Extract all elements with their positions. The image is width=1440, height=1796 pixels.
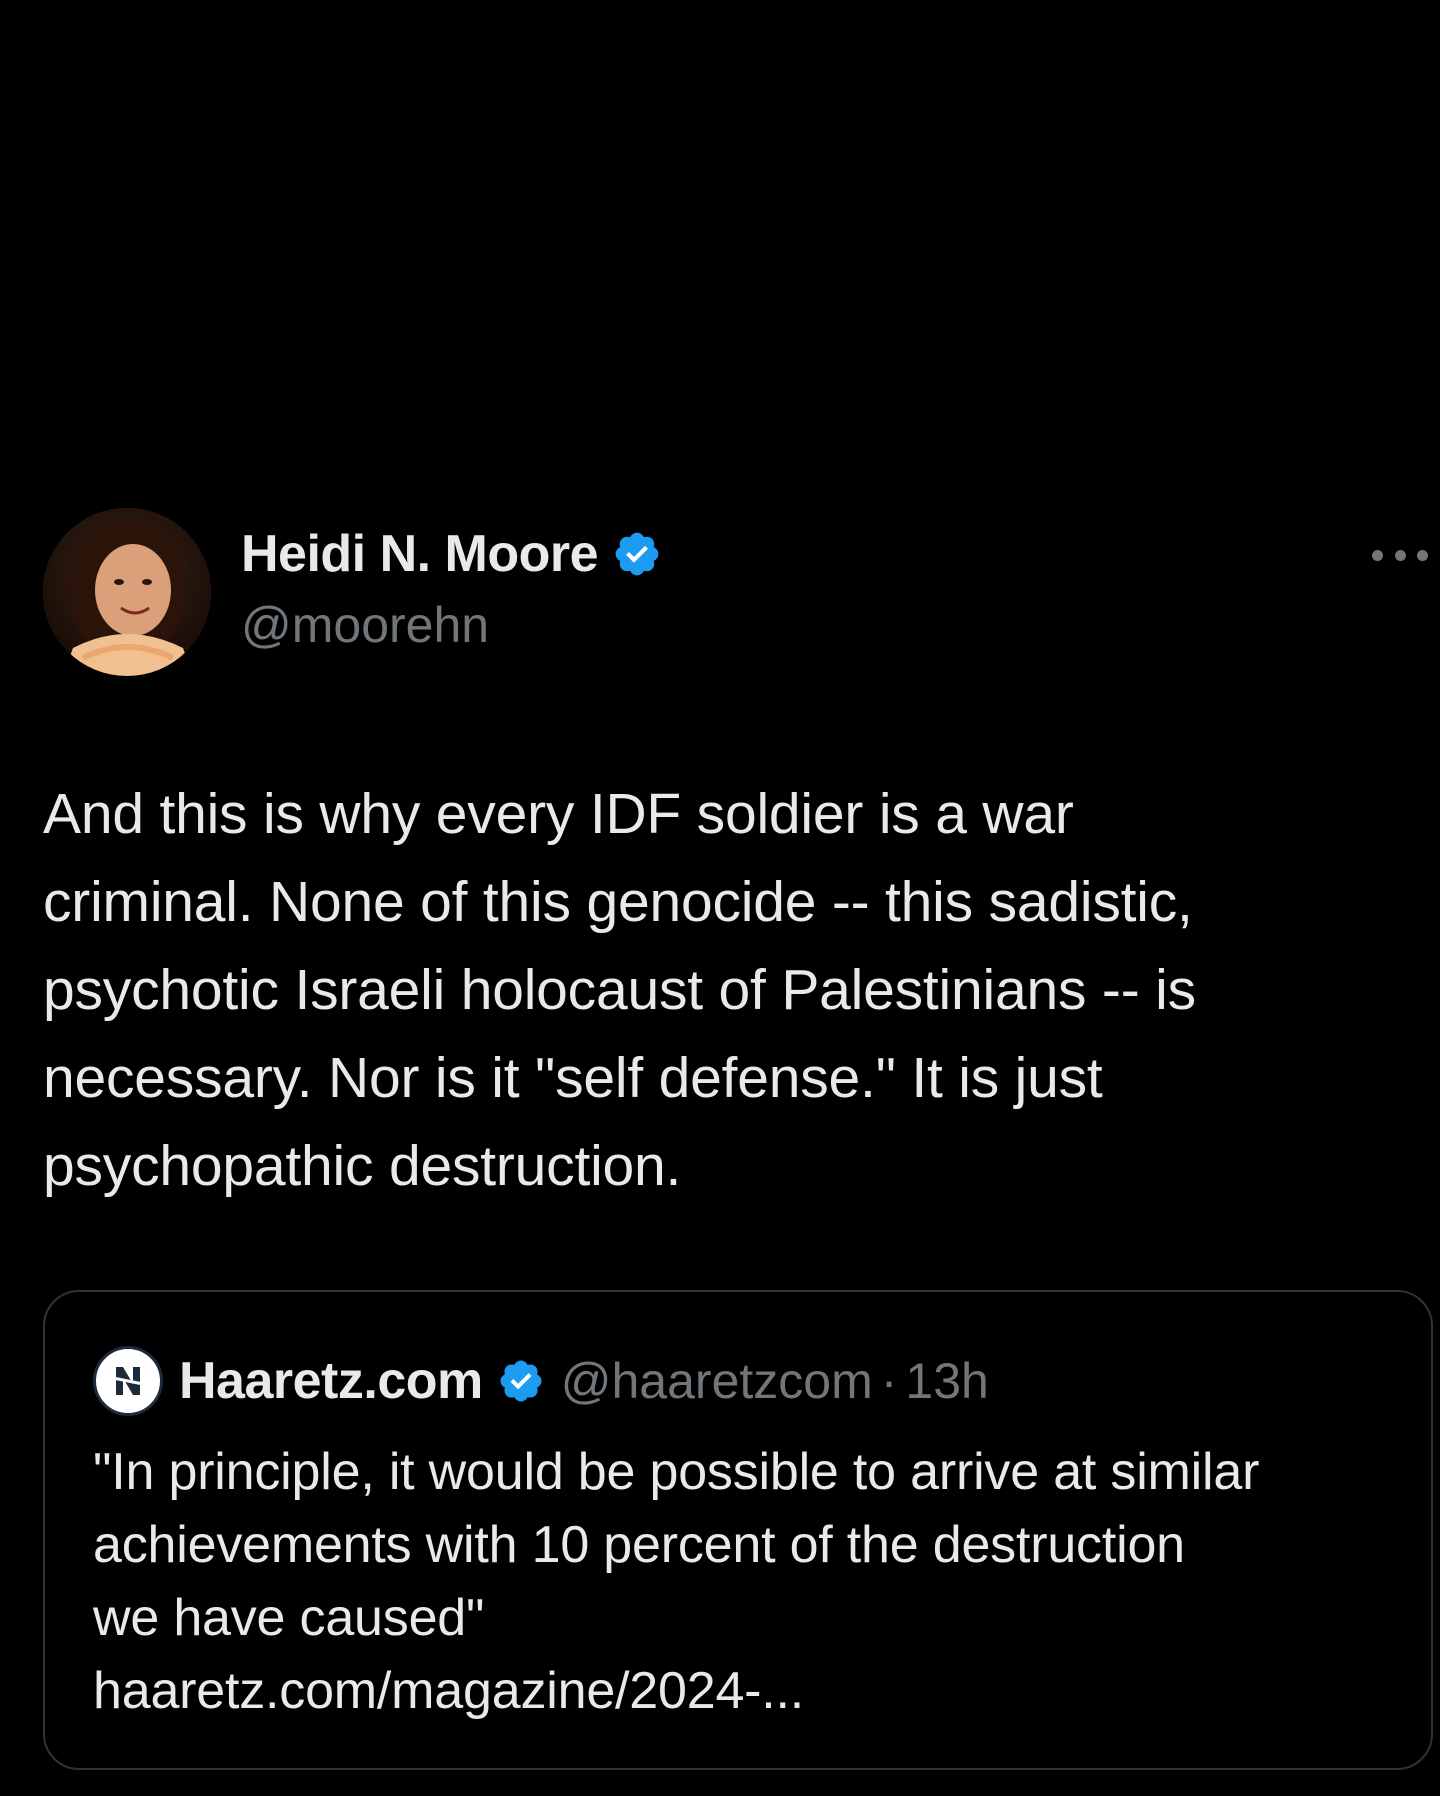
author-avatar[interactable] (43, 508, 211, 676)
quoted-timestamp[interactable]: 13h (905, 1352, 988, 1410)
author-handle[interactable]: @moorehn (241, 596, 489, 654)
quoted-tweet-card[interactable]: Haaretz.com @haaretzcom · 13h "In princi… (43, 1290, 1433, 1770)
verified-badge-icon (612, 529, 662, 579)
more-dot-icon (1394, 549, 1406, 561)
quoted-separator: · (880, 1353, 898, 1409)
more-dot-icon (1372, 549, 1383, 561)
more-options-button[interactable] (1372, 540, 1428, 570)
more-dot-icon (1417, 549, 1428, 561)
quoted-tweet-text: "In principle, it would be possible to a… (93, 1443, 1260, 1720)
author-name[interactable]: Heidi N. Moore (241, 524, 599, 584)
tweet-text: And this is why every IDF soldier is a w… (43, 782, 1196, 1198)
quoted-author-name[interactable]: Haaretz.com (179, 1351, 483, 1411)
quoted-tweet-header: Haaretz.com @haaretzcom · 13h (93, 1346, 989, 1416)
tweet: Heidi N. Moore @moorehn And this is why … (0, 0, 1440, 1796)
author-name-row: Heidi N. Moore (241, 524, 662, 584)
quoted-verified-badge-icon (497, 1357, 545, 1405)
quoted-author-handle[interactable]: @haaretzcom (561, 1352, 873, 1410)
avatar-photo-icon (43, 508, 211, 676)
haaretz-logo-icon (93, 1346, 163, 1416)
